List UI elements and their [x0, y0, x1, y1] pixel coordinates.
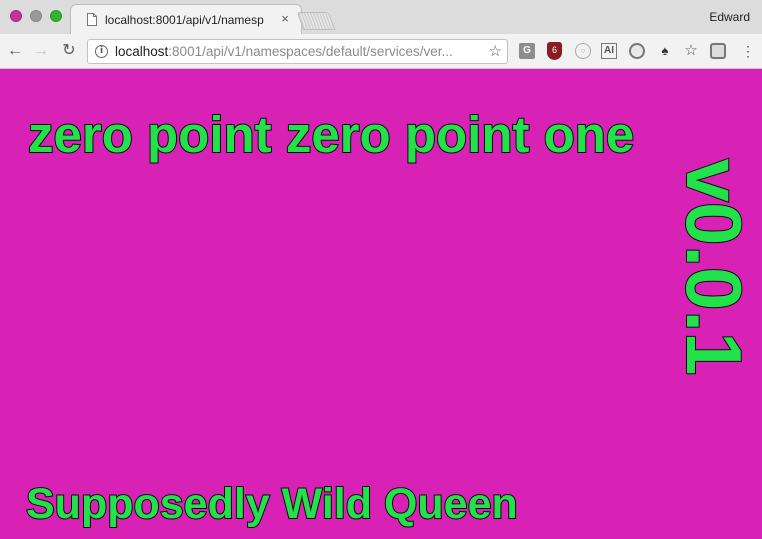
star-plus-icon[interactable]: ☆ — [683, 43, 699, 59]
page-content: zero point zero point one v0.0.1 Suppose… — [0, 69, 762, 539]
menu-icon[interactable]: ⋮ — [740, 43, 756, 59]
address-bar[interactable]: i localhost:8001/api/v1/namespaces/defau… — [87, 39, 508, 64]
shield-icon[interactable]: 6 — [547, 42, 562, 60]
version-text: v0.0.1 — [669, 158, 759, 377]
browser-tab[interactable]: localhost:8001/api/v1/namesp × — [70, 4, 302, 35]
page-heading: zero point zero point one — [27, 105, 635, 164]
circle-extension-icon[interactable]: ○ — [575, 43, 591, 59]
info-icon[interactable]: i — [95, 45, 108, 58]
window-minimize-button[interactable] — [30, 10, 42, 22]
url-host: localhost — [115, 44, 169, 59]
back-arrow-icon[interactable]: ← — [6, 42, 24, 60]
tab-title: localhost:8001/api/v1/namesp — [105, 13, 264, 27]
new-tab-button[interactable] — [296, 12, 336, 30]
mask-icon[interactable]: ♠ — [657, 43, 673, 59]
translate-icon[interactable]: G — [519, 43, 535, 59]
square-extension-icon[interactable] — [710, 43, 726, 59]
tab-strip: localhost:8001/api/v1/namesp × Edward — [0, 0, 762, 35]
window-close-button[interactable] — [10, 10, 22, 22]
browser-window: localhost:8001/api/v1/namesp × Edward ← … — [0, 0, 762, 539]
url-path: :8001/api/v1/namespaces/default/services… — [168, 44, 453, 59]
document-icon — [87, 13, 97, 26]
footer-text: Supposedly Wild Queen — [25, 479, 519, 529]
disc-icon[interactable] — [629, 43, 645, 59]
browser-toolbar: ← → ↻ i localhost:8001/api/v1/namespaces… — [0, 34, 762, 69]
reload-icon[interactable]: ↻ — [60, 42, 78, 60]
profile-name[interactable]: Edward — [709, 9, 750, 25]
forward-arrow-icon[interactable]: → — [32, 42, 50, 60]
window-maximize-button[interactable] — [50, 10, 62, 22]
ai-icon[interactable]: AI — [601, 43, 617, 59]
url-text[interactable]: localhost:8001/api/v1/namespaces/default… — [115, 43, 470, 61]
tab-close-icon[interactable]: × — [277, 11, 293, 27]
bookmark-star-icon[interactable]: ☆ — [489, 43, 502, 61]
